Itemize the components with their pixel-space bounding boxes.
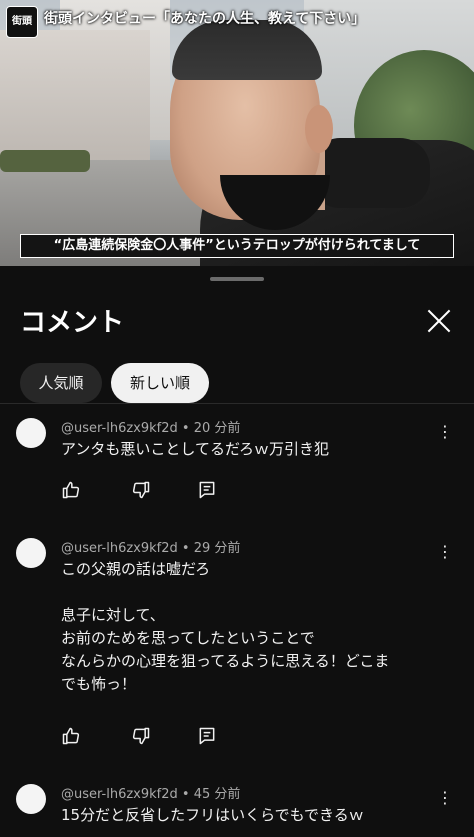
comment-time: 29 分前 <box>193 541 241 556</box>
comments-title: コメント <box>20 308 125 338</box>
interviewee-ear <box>305 105 333 153</box>
meta-separator: • <box>181 421 194 436</box>
avatar[interactable] <box>16 418 46 448</box>
divider <box>0 403 474 404</box>
sort-chip-popular[interactable]: 人気順 <box>20 363 102 403</box>
avatar[interactable] <box>16 784 46 814</box>
channel-logo-text: 街頭 <box>12 16 32 27</box>
meta-separator: • <box>181 787 194 802</box>
interviewee-collar <box>310 138 430 208</box>
comment-text: この父親の話は嘘だろ 息子に対して、 お前のためを思ってしたということで なんら… <box>61 560 390 693</box>
dislike-icon[interactable] <box>131 480 151 500</box>
comment-meta: @user-lh6zx9kf2d • 20 分前 <box>61 417 240 436</box>
more-options-icon[interactable]: ⋮ <box>437 542 453 562</box>
more-options-icon[interactable]: ⋮ <box>437 788 453 808</box>
comments-sheet: コメント 人気順 新しい順 @user-lh6zx9kf2d • 20 分前 ア… <box>0 266 474 837</box>
like-icon[interactable] <box>61 480 81 500</box>
meta-separator: • <box>181 541 194 556</box>
comment-text: アンタも悪いことしてるだろｗ万引き犯 <box>61 440 330 458</box>
comment-time: 20 分前 <box>193 421 241 436</box>
comment-time: 45 分前 <box>193 787 241 802</box>
interviewee <box>160 20 474 266</box>
video-player[interactable]: 街頭 街頭インタビュー「あなたの人生、教えて下さい」 “広島連続保険金〇人事件”… <box>0 0 474 266</box>
comment-author[interactable]: @user-lh6zx9kf2d <box>61 541 178 556</box>
background-hedge <box>0 150 90 172</box>
comment-meta: @user-lh6zx9kf2d • 29 分前 <box>61 537 240 556</box>
video-subtitle: “広島連続保険金〇人事件”というテロップが付けられてまして <box>20 234 454 258</box>
comment-author[interactable]: @user-lh6zx9kf2d <box>61 787 178 802</box>
reply-icon[interactable] <box>197 480 217 500</box>
comment-meta: @user-lh6zx9kf2d • 45 分前 <box>61 783 240 802</box>
drag-handle[interactable] <box>210 277 264 281</box>
avatar[interactable] <box>16 538 46 568</box>
like-icon[interactable] <box>61 726 81 746</box>
video-title-overlay: 街頭インタビュー「あなたの人生、教えて下さい」 <box>44 11 366 27</box>
comment-author[interactable]: @user-lh6zx9kf2d <box>61 421 178 436</box>
channel-logo: 街頭 <box>6 6 38 38</box>
reply-icon[interactable] <box>197 726 217 746</box>
interviewee-hair <box>172 20 322 80</box>
comment-actions <box>61 480 221 504</box>
sort-chip-newest[interactable]: 新しい順 <box>111 363 209 403</box>
dislike-icon[interactable] <box>131 726 151 746</box>
more-options-icon[interactable]: ⋮ <box>437 422 453 442</box>
close-icon[interactable] <box>424 306 454 336</box>
comment-text: 15分だと反省したフリはいくらでもできるｗ <box>61 806 364 824</box>
comment-actions <box>61 726 221 750</box>
